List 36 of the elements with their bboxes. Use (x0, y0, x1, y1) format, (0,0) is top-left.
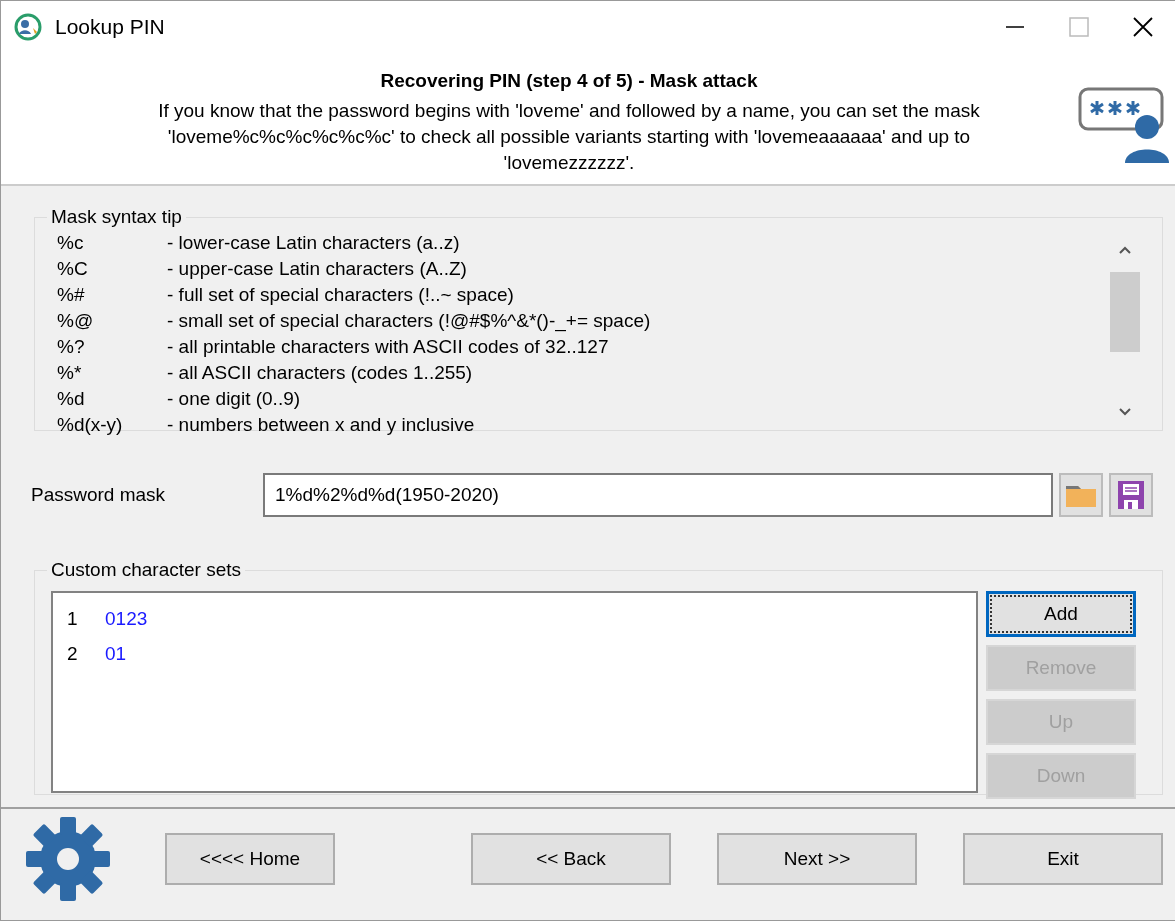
mask-description: - full set of special characters (!..~ space) (167, 284, 514, 306)
nav-button[interactable]: Next >> (717, 833, 917, 885)
gear-icon (23, 816, 113, 902)
mask-description: - one digit (0..9) (167, 388, 301, 410)
mask-description: - all printable characters with ASCII codes of 32..127 (167, 336, 609, 358)
item-number: 1 (67, 607, 79, 630)
field-label: Password mask (31, 484, 167, 506)
list-button[interactable]: Add (986, 591, 1136, 637)
group-title: Mask syntax tip (50, 206, 183, 228)
mask-code: %d(x-y) (57, 414, 124, 436)
password-mask-field[interactable]: 1%d%2%d%d(1950-2020) (263, 473, 1053, 517)
group-title: Custom character sets (50, 559, 243, 581)
mask-code: %# (57, 284, 86, 306)
character-set-value: 01 (105, 642, 127, 665)
mask-code: %c (57, 232, 85, 254)
mask-code: %d (57, 388, 86, 410)
nav-button[interactable]: << Back (471, 833, 671, 885)
character-set-list[interactable]: 1 0123 2 01 (51, 591, 978, 793)
mask-description: - numbers between x and y inclusive (167, 414, 475, 436)
app-icon (13, 12, 43, 42)
mask-code: %C (57, 258, 89, 280)
mask-code: %* (57, 362, 83, 384)
step-title: Recovering PIN (step 4 of 5) - Mask attack (380, 70, 758, 92)
mask-code: %? (57, 336, 86, 358)
character-set-value: 0123 (105, 607, 148, 630)
mask-description: - small set of special characters (!@#$%^&*()-_+= space) (167, 310, 651, 332)
nav-button[interactable]: Exit (963, 833, 1163, 885)
nav-button[interactable]: <<<< Home (165, 833, 335, 885)
save-button[interactable] (1109, 473, 1153, 517)
step-description: If you know that the password begins with 'loveme' and followed by a name, you can set the mask 'loveme%c%c%c%c%c%c' to check all possible variants starting with 'lovemeaaaaaa' and up to 'lovemezzzzzz'. (157, 99, 981, 175)
mask-description: - upper-case Latin characters (A..Z) (167, 258, 467, 280)
item-number: 2 (67, 642, 79, 665)
mask-description: - lower-case Latin characters (a..z) (167, 232, 460, 254)
mask-code: %@ (57, 310, 95, 332)
mask-description: - all ASCII characters (codes 1..255) (167, 362, 473, 384)
window-title: Lookup PIN (55, 15, 166, 39)
